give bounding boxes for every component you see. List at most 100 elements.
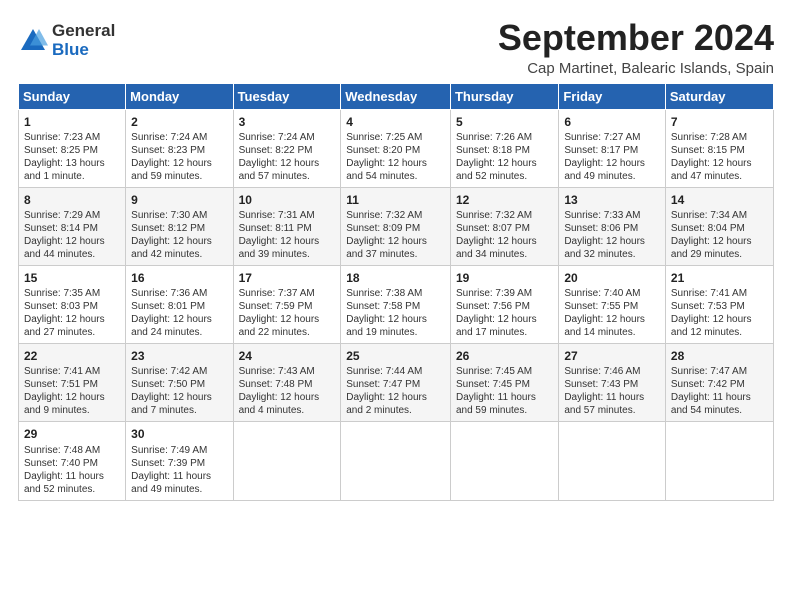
day-info: Sunrise: 7:49 AM Sunset: 7:39 PM Dayligh… — [131, 444, 227, 496]
calendar-week-row: 8Sunrise: 7:29 AM Sunset: 8:14 PM Daylig… — [19, 187, 774, 265]
table-row: 17Sunrise: 7:37 AM Sunset: 7:59 PM Dayli… — [233, 265, 341, 343]
day-info: Sunrise: 7:44 AM Sunset: 7:47 PM Dayligh… — [346, 365, 445, 417]
day-number: 21 — [671, 270, 768, 286]
logo-general: General — [52, 22, 115, 41]
day-number: 24 — [239, 348, 336, 364]
table-row: 4Sunrise: 7:25 AM Sunset: 8:20 PM Daylig… — [341, 109, 451, 187]
day-info: Sunrise: 7:32 AM Sunset: 8:09 PM Dayligh… — [346, 209, 445, 261]
day-info: Sunrise: 7:32 AM Sunset: 8:07 PM Dayligh… — [456, 209, 553, 261]
logo-icon — [18, 26, 48, 56]
table-row: 23Sunrise: 7:42 AM Sunset: 7:50 PM Dayli… — [126, 344, 233, 422]
day-info: Sunrise: 7:41 AM Sunset: 7:51 PM Dayligh… — [24, 365, 120, 417]
day-info: Sunrise: 7:31 AM Sunset: 8:11 PM Dayligh… — [239, 209, 336, 261]
day-number: 25 — [346, 348, 445, 364]
day-number: 8 — [24, 192, 120, 208]
day-number: 4 — [346, 114, 445, 130]
table-row: 13Sunrise: 7:33 AM Sunset: 8:06 PM Dayli… — [559, 187, 666, 265]
col-monday: Monday — [126, 83, 233, 109]
day-number: 16 — [131, 270, 227, 286]
table-row: 15Sunrise: 7:35 AM Sunset: 8:03 PM Dayli… — [19, 265, 126, 343]
table-row: 18Sunrise: 7:38 AM Sunset: 7:58 PM Dayli… — [341, 265, 451, 343]
day-number: 6 — [564, 114, 660, 130]
col-thursday: Thursday — [450, 83, 558, 109]
day-info: Sunrise: 7:27 AM Sunset: 8:17 PM Dayligh… — [564, 131, 660, 183]
day-info: Sunrise: 7:45 AM Sunset: 7:45 PM Dayligh… — [456, 365, 553, 417]
title-area: September 2024 Cap Martinet, Balearic Is… — [498, 18, 774, 77]
table-row: 6Sunrise: 7:27 AM Sunset: 8:17 PM Daylig… — [559, 109, 666, 187]
day-info: Sunrise: 7:43 AM Sunset: 7:48 PM Dayligh… — [239, 365, 336, 417]
table-row: 22Sunrise: 7:41 AM Sunset: 7:51 PM Dayli… — [19, 344, 126, 422]
col-wednesday: Wednesday — [341, 83, 451, 109]
table-row: 12Sunrise: 7:32 AM Sunset: 8:07 PM Dayli… — [450, 187, 558, 265]
table-row: 21Sunrise: 7:41 AM Sunset: 7:53 PM Dayli… — [665, 265, 773, 343]
table-row: 16Sunrise: 7:36 AM Sunset: 8:01 PM Dayli… — [126, 265, 233, 343]
day-info: Sunrise: 7:38 AM Sunset: 7:58 PM Dayligh… — [346, 287, 445, 339]
day-number: 7 — [671, 114, 768, 130]
table-row: 14Sunrise: 7:34 AM Sunset: 8:04 PM Dayli… — [665, 187, 773, 265]
day-info: Sunrise: 7:24 AM Sunset: 8:23 PM Dayligh… — [131, 131, 227, 183]
day-info: Sunrise: 7:36 AM Sunset: 8:01 PM Dayligh… — [131, 287, 227, 339]
table-row: 9Sunrise: 7:30 AM Sunset: 8:12 PM Daylig… — [126, 187, 233, 265]
table-row: 25Sunrise: 7:44 AM Sunset: 7:47 PM Dayli… — [341, 344, 451, 422]
col-friday: Friday — [559, 83, 666, 109]
day-info: Sunrise: 7:42 AM Sunset: 7:50 PM Dayligh… — [131, 365, 227, 417]
day-number: 29 — [24, 426, 120, 442]
day-number: 17 — [239, 270, 336, 286]
table-row: 3Sunrise: 7:24 AM Sunset: 8:22 PM Daylig… — [233, 109, 341, 187]
day-number: 18 — [346, 270, 445, 286]
table-row: 26Sunrise: 7:45 AM Sunset: 7:45 PM Dayli… — [450, 344, 558, 422]
day-info: Sunrise: 7:29 AM Sunset: 8:14 PM Dayligh… — [24, 209, 120, 261]
calendar-table: Sunday Monday Tuesday Wednesday Thursday… — [18, 83, 774, 501]
table-row: 28Sunrise: 7:47 AM Sunset: 7:42 PM Dayli… — [665, 344, 773, 422]
calendar-week-row: 1Sunrise: 7:23 AM Sunset: 8:25 PM Daylig… — [19, 109, 774, 187]
day-number: 15 — [24, 270, 120, 286]
day-number: 5 — [456, 114, 553, 130]
day-number: 2 — [131, 114, 227, 130]
page: General Blue September 2024 Cap Martinet… — [0, 0, 792, 612]
table-row: 10Sunrise: 7:31 AM Sunset: 8:11 PM Dayli… — [233, 187, 341, 265]
table-row: 24Sunrise: 7:43 AM Sunset: 7:48 PM Dayli… — [233, 344, 341, 422]
day-info: Sunrise: 7:26 AM Sunset: 8:18 PM Dayligh… — [456, 131, 553, 183]
calendar-header-row: Sunday Monday Tuesday Wednesday Thursday… — [19, 83, 774, 109]
table-row: 2Sunrise: 7:24 AM Sunset: 8:23 PM Daylig… — [126, 109, 233, 187]
day-number: 10 — [239, 192, 336, 208]
day-info: Sunrise: 7:25 AM Sunset: 8:20 PM Dayligh… — [346, 131, 445, 183]
day-info: Sunrise: 7:28 AM Sunset: 8:15 PM Dayligh… — [671, 131, 768, 183]
table-row — [341, 422, 451, 500]
day-number: 22 — [24, 348, 120, 364]
col-tuesday: Tuesday — [233, 83, 341, 109]
table-row: 5Sunrise: 7:26 AM Sunset: 8:18 PM Daylig… — [450, 109, 558, 187]
day-info: Sunrise: 7:48 AM Sunset: 7:40 PM Dayligh… — [24, 444, 120, 496]
table-row — [665, 422, 773, 500]
table-row — [559, 422, 666, 500]
day-number: 13 — [564, 192, 660, 208]
day-info: Sunrise: 7:23 AM Sunset: 8:25 PM Dayligh… — [24, 131, 120, 183]
table-row — [233, 422, 341, 500]
day-info: Sunrise: 7:46 AM Sunset: 7:43 PM Dayligh… — [564, 365, 660, 417]
table-row: 20Sunrise: 7:40 AM Sunset: 7:55 PM Dayli… — [559, 265, 666, 343]
table-row — [450, 422, 558, 500]
day-number: 26 — [456, 348, 553, 364]
day-info: Sunrise: 7:47 AM Sunset: 7:42 PM Dayligh… — [671, 365, 768, 417]
day-number: 14 — [671, 192, 768, 208]
subtitle: Cap Martinet, Balearic Islands, Spain — [498, 60, 774, 77]
day-number: 11 — [346, 192, 445, 208]
table-row: 19Sunrise: 7:39 AM Sunset: 7:56 PM Dayli… — [450, 265, 558, 343]
col-sunday: Sunday — [19, 83, 126, 109]
day-number: 1 — [24, 114, 120, 130]
day-info: Sunrise: 7:24 AM Sunset: 8:22 PM Dayligh… — [239, 131, 336, 183]
table-row: 7Sunrise: 7:28 AM Sunset: 8:15 PM Daylig… — [665, 109, 773, 187]
day-number: 3 — [239, 114, 336, 130]
day-info: Sunrise: 7:34 AM Sunset: 8:04 PM Dayligh… — [671, 209, 768, 261]
day-number: 12 — [456, 192, 553, 208]
day-number: 20 — [564, 270, 660, 286]
day-info: Sunrise: 7:40 AM Sunset: 7:55 PM Dayligh… — [564, 287, 660, 339]
calendar-week-row: 15Sunrise: 7:35 AM Sunset: 8:03 PM Dayli… — [19, 265, 774, 343]
calendar-week-row: 29 Sunrise: 7:48 AM Sunset: 7:40 PM Dayli… — [19, 422, 774, 500]
day-info: Sunrise: 7:41 AM Sunset: 7:53 PM Dayligh… — [671, 287, 768, 339]
table-row: 29 Sunrise: 7:48 AM Sunset: 7:40 PM Dayli… — [19, 422, 126, 500]
day-number: 30 — [131, 426, 227, 442]
logo-blue: Blue — [52, 41, 115, 60]
day-number: 28 — [671, 348, 768, 364]
day-number: 19 — [456, 270, 553, 286]
